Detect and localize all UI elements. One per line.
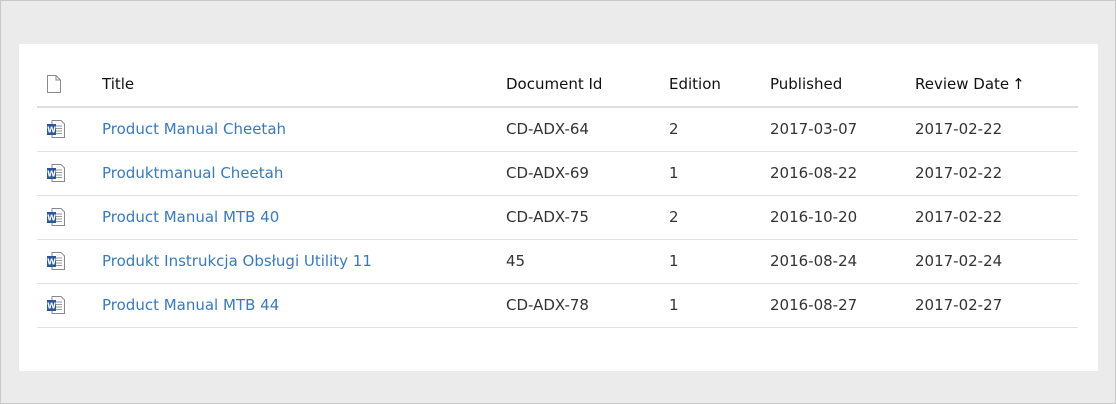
svg-text:W: W [47, 214, 56, 223]
table-header-row: Title Document Id Edition Published Revi… [37, 62, 1078, 107]
column-header-review-date[interactable]: Review Date ↑ [915, 62, 1078, 107]
row-review-date: 2017-02-22 [915, 208, 1003, 226]
row-title-cell: Product Manual MTB 40 [102, 195, 506, 239]
row-edition: 1 [669, 296, 679, 314]
row-icon-cell: W [37, 283, 102, 327]
word-document-icon[interactable]: W [46, 163, 102, 183]
table-row: W Product Manual MTB 40 CD-ADX-75 2 2016… [37, 195, 1078, 239]
row-edition: 1 [669, 252, 679, 270]
row-title-cell: Product Manual MTB 44 [102, 283, 506, 327]
table-row: W Produktmanual Cheetah CD-ADX-69 1 2016… [37, 151, 1078, 195]
row-icon-cell: W [37, 107, 102, 151]
word-document-icon[interactable]: W [46, 119, 102, 139]
column-header-published-label: Published [770, 75, 843, 93]
column-header-edition-label: Edition [669, 75, 721, 93]
column-header-document-id[interactable]: Document Id [506, 62, 669, 107]
file-icon [46, 75, 102, 93]
document-title-link[interactable]: Product Manual Cheetah [102, 120, 286, 138]
row-review-date: 2017-02-22 [915, 120, 1003, 139]
row-title-cell: Produktmanual Cheetah [102, 151, 506, 195]
row-title-cell: Produkt Instrukcja Obsługi Utility 11 [102, 239, 506, 283]
documents-table: Title Document Id Edition Published Revi… [37, 62, 1078, 328]
row-document-id: 45 [506, 252, 526, 270]
svg-text:W: W [47, 126, 56, 135]
row-icon-cell: W [37, 151, 102, 195]
row-document-id: CD-ADX-69 [506, 164, 589, 182]
row-document-id: CD-ADX-78 [506, 296, 589, 314]
svg-text:W: W [47, 258, 56, 267]
row-document-id: CD-ADX-64 [506, 120, 589, 139]
svg-text:W: W [47, 302, 56, 311]
row-edition: 2 [669, 208, 679, 226]
document-title-link[interactable]: Product Manual MTB 40 [102, 208, 279, 226]
row-published: 2016-08-27 [770, 296, 858, 314]
word-document-icon[interactable]: W [46, 207, 102, 227]
table-row: W Produkt Instrukcja Obsługi Utility 11 … [37, 239, 1078, 283]
column-header-published[interactable]: Published [770, 62, 915, 107]
column-header-title-label: Title [102, 75, 135, 93]
column-header-file-type [37, 62, 102, 107]
column-header-review-date-label: Review Date [915, 75, 1010, 93]
row-title-cell: Product Manual Cheetah [102, 107, 506, 151]
row-published: 2017-03-07 [770, 120, 858, 139]
document-title-link[interactable]: Produkt Instrukcja Obsługi Utility 11 [102, 252, 372, 270]
row-published: 2016-10-20 [770, 208, 858, 226]
row-document-id: CD-ADX-75 [506, 208, 589, 226]
word-document-icon[interactable]: W [46, 251, 102, 271]
column-header-title[interactable]: Title [102, 62, 506, 107]
row-edition: 2 [669, 120, 679, 139]
row-edition: 1 [669, 164, 679, 182]
table-row: W Product Manual Cheetah CD-ADX-64 2 201… [37, 107, 1078, 151]
documents-panel: Title Document Id Edition Published Revi… [19, 44, 1098, 371]
row-review-date: 2017-02-27 [915, 296, 1003, 314]
row-icon-cell: W [37, 195, 102, 239]
document-title-link[interactable]: Produktmanual Cheetah [102, 164, 283, 182]
row-icon-cell: W [37, 239, 102, 283]
svg-text:W: W [47, 170, 56, 179]
column-header-document-id-label: Document Id [506, 75, 603, 93]
table-row: W Product Manual MTB 44 CD-ADX-78 1 2016… [37, 283, 1078, 327]
document-title-link[interactable]: Product Manual MTB 44 [102, 296, 279, 314]
sort-ascending-icon: ↑ [1012, 75, 1025, 93]
column-header-edition[interactable]: Edition [669, 62, 770, 107]
row-published: 2016-08-22 [770, 164, 858, 182]
word-document-icon[interactable]: W [46, 295, 102, 315]
row-published: 2016-08-24 [770, 252, 858, 270]
row-review-date: 2017-02-22 [915, 164, 1003, 182]
row-review-date: 2017-02-24 [915, 252, 1003, 270]
